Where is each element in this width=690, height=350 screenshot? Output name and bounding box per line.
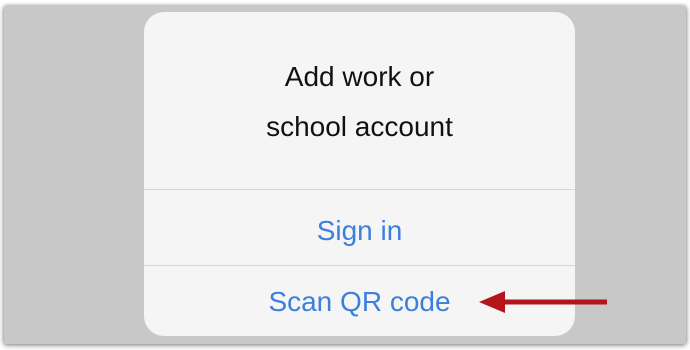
divider [144,265,575,266]
add-account-dialog: Add work or school account Sign in Scan … [144,12,575,336]
divider [144,189,575,190]
sign-in-button[interactable]: Sign in [144,211,575,251]
arrow-left-icon [479,291,607,313]
screenshot-frame: Add work or school account Sign in Scan … [0,0,690,350]
dialog-title: Add work or school account [266,61,453,142]
